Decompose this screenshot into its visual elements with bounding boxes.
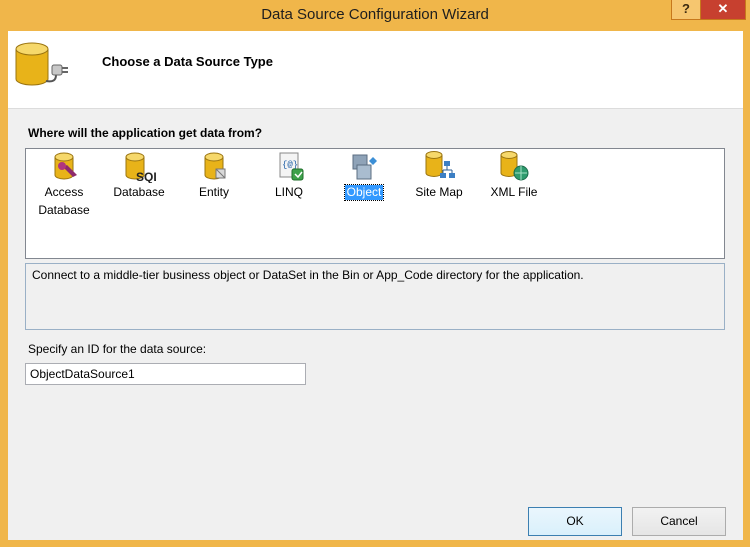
object-icon [352,154,377,180]
type-label: Access [44,185,84,199]
wizard-window: Data Source Configuration Wizard ? ✕ Cho… [0,0,750,547]
type-label: Object [343,184,385,201]
xml-file-icon [500,151,529,181]
wizard-header: Choose a Data Source Type [8,31,743,109]
type-label: LINQ [274,185,303,199]
entity-icon [204,152,226,180]
description-panel: Connect to a middle-tier business object… [25,263,725,330]
type-label: Site Map [415,185,463,199]
type-site-map[interactable]: Site Map [404,151,474,201]
help-button[interactable]: ? [671,0,701,20]
type-label: XML File [490,185,538,199]
cancel-button[interactable]: Cancel [632,507,726,536]
ok-button[interactable]: OK [528,507,622,536]
window-title: Data Source Configuration Wizard [261,6,489,23]
source-question-label: Where will the application get data from… [28,126,263,140]
data-source-id-input[interactable] [25,363,306,385]
type-label: Entity [198,185,229,199]
linq-icon: {@} [279,152,304,181]
type-xml-file[interactable]: XML File [479,151,549,201]
database-plug-icon [15,42,68,86]
svg-text:SQL: SQL [136,170,156,183]
id-field-label: Specify an ID for the data source: [28,342,207,356]
title-bar[interactable]: Data Source Configuration Wizard ? ✕ [0,0,750,30]
access-database-icon [54,152,77,180]
site-map-icon [425,151,455,178]
type-entity[interactable]: Entity [179,151,249,201]
type-access-database[interactable]: Access Database [29,151,99,219]
sql-database-icon: SQL [125,152,156,183]
description-text: Connect to a middle-tier business object… [32,268,584,282]
wizard-body: Choose a Data Source Type Where will the… [8,31,743,540]
type-label-line2: Database [38,203,90,217]
type-linq[interactable]: {@} LINQ [254,151,324,201]
page-title: Choose a Data Source Type [102,54,273,69]
type-label: Database [113,185,165,199]
close-button[interactable]: ✕ [700,0,746,20]
data-source-type-list[interactable]: Access Database SQL Database Entit [25,148,725,259]
type-database[interactable]: SQL Database [104,151,174,201]
type-object[interactable]: Object [329,151,399,201]
